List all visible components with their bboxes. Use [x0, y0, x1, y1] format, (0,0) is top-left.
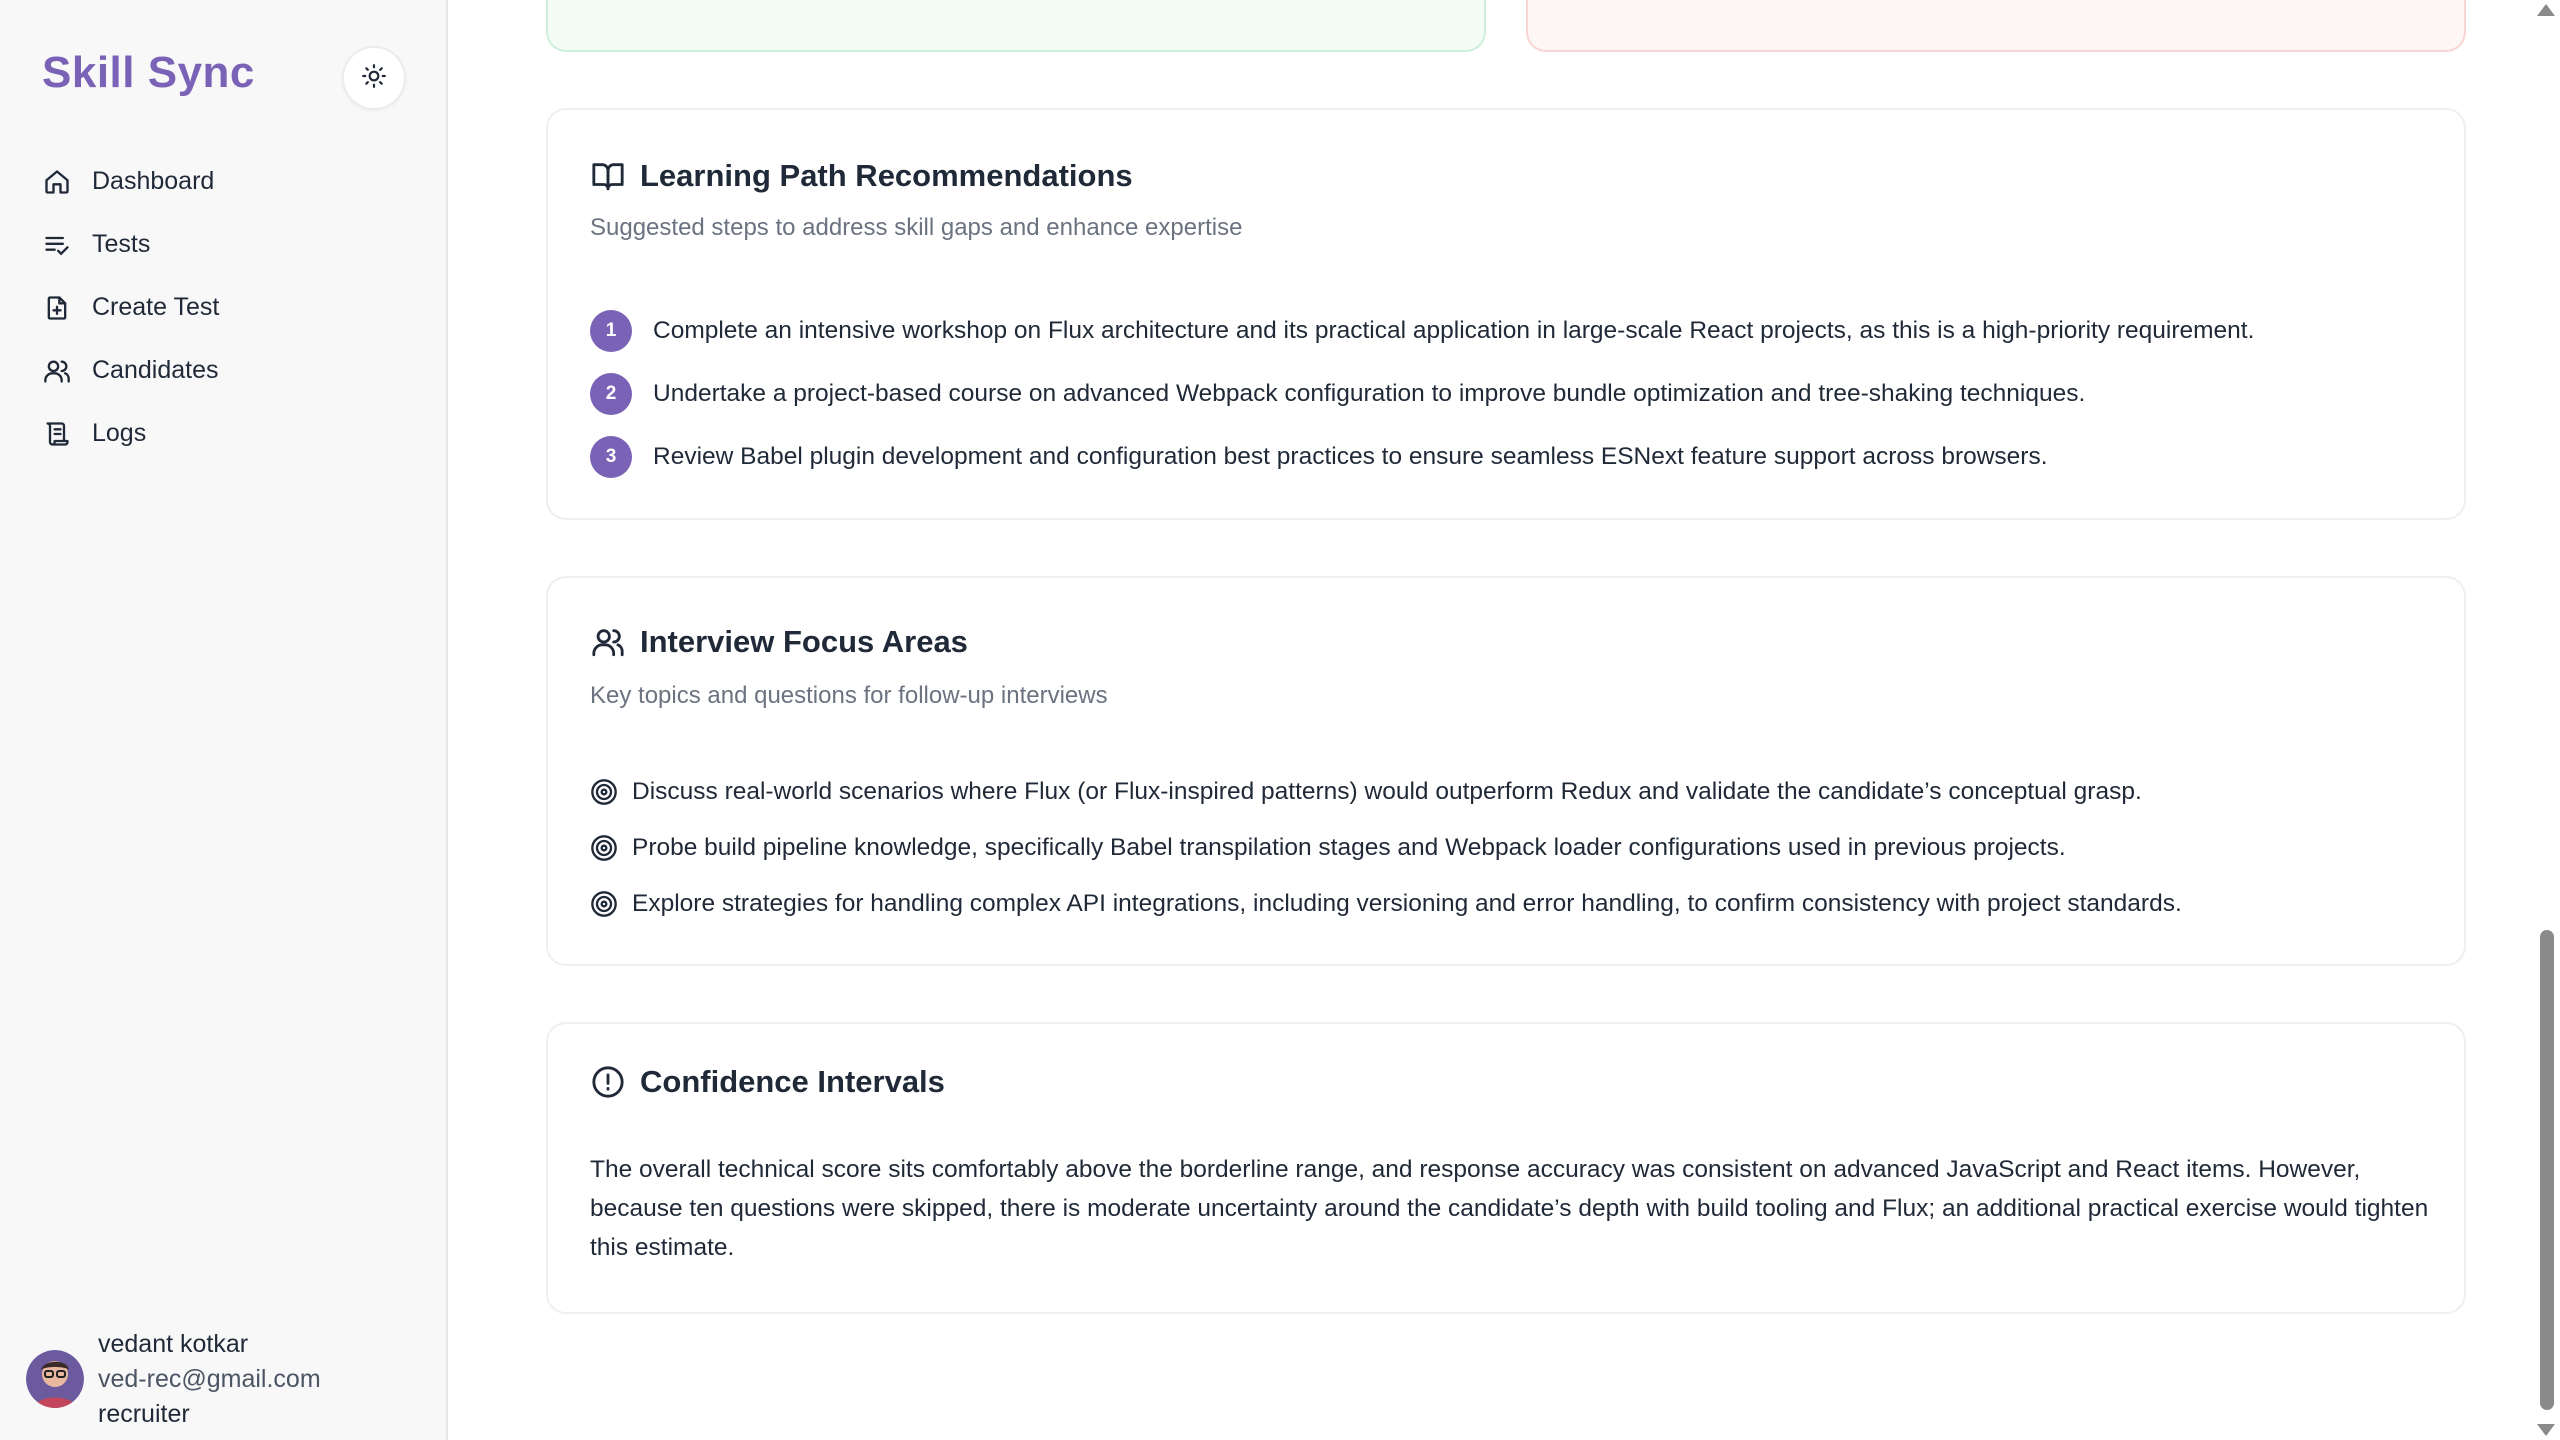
step-text: Undertake a project-based course on adva… [653, 380, 2086, 407]
users-icon [42, 356, 72, 386]
step-number-badge: 3 [590, 436, 632, 478]
user-name: vedant kotkar [98, 1330, 249, 1358]
sun-icon [361, 63, 387, 94]
list-item: 3 Review Babel plugin development and co… [590, 436, 2048, 478]
sidebar-item-logs[interactable]: Logs [42, 402, 422, 465]
sidebar-item-tests[interactable]: Tests [42, 213, 422, 276]
sidebar-item-create-test[interactable]: Create Test [42, 276, 422, 339]
interview-focus-card: Interview Focus Areas Key topics and que… [546, 576, 2466, 966]
list-item: Explore strategies for handling complex … [590, 890, 2182, 918]
sidebar-item-candidates[interactable]: Candidates [42, 339, 422, 402]
confidence-card: Confidence Intervals The overall technic… [546, 1022, 2466, 1314]
scroll-down-arrow[interactable] [2537, 1424, 2555, 1436]
vertical-scrollbar[interactable] [2530, 0, 2560, 1440]
file-plus-icon [42, 293, 72, 323]
interview-focus-subtitle: Key topics and questions for follow-up i… [590, 682, 1108, 709]
confidence-text: The overall technical score sits comfort… [590, 1156, 2429, 1261]
brand-row: Skill Sync [42, 46, 406, 110]
user-role: recruiter [98, 1400, 190, 1428]
scroll-thumb[interactable] [2540, 930, 2554, 1410]
strengths-card-bottom [546, 0, 1486, 52]
focus-text: Explore strategies for handling complex … [632, 890, 2182, 917]
sidebar-item-label: Create Test [92, 293, 220, 321]
sidebar-item-label: Candidates [92, 356, 219, 384]
scroll-up-arrow[interactable] [2537, 4, 2555, 16]
list-item: Probe build pipeline knowledge, specific… [590, 834, 2066, 862]
target-icon [590, 834, 618, 862]
sidebar-nav: Dashboard Tests Create Test Candidates L… [42, 150, 422, 465]
book-open-icon [590, 158, 626, 194]
app-logo[interactable]: Skill Sync [42, 48, 255, 98]
app-root: Skill Sync Dashboard Tests Create Test C… [0, 0, 2560, 1440]
target-icon [590, 778, 618, 806]
alert-circle-icon [590, 1064, 626, 1100]
user-email: ved-rec@gmail.com [98, 1365, 321, 1393]
sidebar: Skill Sync Dashboard Tests Create Test C… [0, 0, 448, 1440]
user-profile[interactable]: vedant kotkar ved-rec@gmail.com recruite… [26, 1326, 426, 1428]
list-item: 2 Undertake a project-based course on ad… [590, 373, 2085, 415]
users-icon [590, 624, 626, 660]
learning-path-card: Learning Path Recommendations Suggested … [546, 108, 2466, 520]
sidebar-item-dashboard[interactable]: Dashboard [42, 150, 422, 213]
confidence-title: Confidence Intervals [590, 1064, 945, 1100]
main-content: Learning Path Recommendations Suggested … [450, 0, 2530, 1440]
list-check-icon [42, 230, 72, 260]
focus-text: Discuss real-world scenarios where Flux … [632, 778, 2142, 805]
step-text: Review Babel plugin development and conf… [653, 443, 2048, 470]
interview-focus-title: Interview Focus Areas [590, 624, 968, 660]
sidebar-item-label: Tests [92, 230, 151, 258]
step-number-badge: 1 [590, 310, 632, 352]
home-icon [42, 167, 72, 197]
learning-path-subtitle: Suggested steps to address skill gaps an… [590, 214, 1243, 241]
step-text: Complete an intensive workshop on Flux a… [653, 317, 2255, 344]
scroll-icon [42, 419, 72, 449]
target-icon [590, 890, 618, 918]
learning-path-title: Learning Path Recommendations [590, 158, 1133, 194]
avatar [26, 1350, 84, 1408]
sidebar-item-label: Dashboard [92, 167, 215, 195]
list-item: 1 Complete an intensive workshop on Flux… [590, 310, 2254, 352]
theme-toggle-button[interactable] [342, 46, 406, 110]
step-number-badge: 2 [590, 373, 632, 415]
weaknesses-card-bottom [1526, 0, 2466, 52]
sidebar-item-label: Logs [92, 419, 147, 447]
focus-text: Probe build pipeline knowledge, specific… [632, 834, 2066, 861]
list-item: Discuss real-world scenarios where Flux … [590, 778, 2142, 806]
